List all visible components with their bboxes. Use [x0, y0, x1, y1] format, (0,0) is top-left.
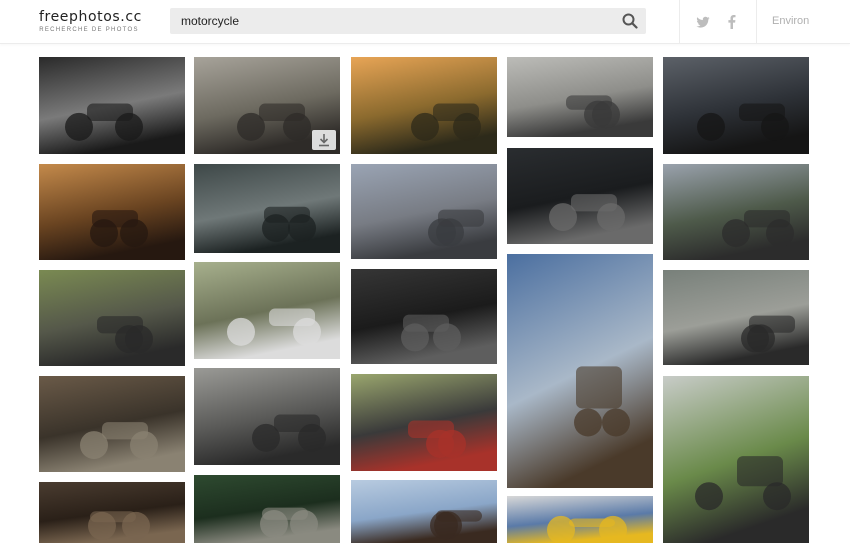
photo-thumbnail[interactable] [663, 270, 809, 365]
photo-thumbnail[interactable] [39, 482, 185, 543]
logo-tagline: RECHERCHE DE PHOTOS [39, 27, 139, 33]
photo-thumbnail[interactable] [351, 164, 497, 259]
top-bar: freephotos.cc RECHERCHE DE PHOTOS Enviro… [0, 0, 850, 44]
photo-thumbnail[interactable] [39, 164, 185, 260]
photo-thumbnail[interactable] [351, 57, 497, 154]
logo[interactable]: freephotos.cc RECHERCHE DE PHOTOS [39, 8, 142, 33]
twitter-icon[interactable] [695, 14, 711, 30]
search-bar [170, 8, 646, 34]
about-link[interactable]: Environ [772, 15, 809, 27]
photo-thumbnail[interactable] [39, 57, 185, 154]
photo-thumbnail[interactable] [351, 374, 497, 471]
divider [679, 0, 680, 44]
photo-thumbnail[interactable] [194, 262, 340, 359]
facebook-icon[interactable] [724, 14, 740, 30]
photo-thumbnail[interactable] [507, 254, 653, 488]
photo-thumbnail[interactable] [351, 480, 497, 543]
photo-thumbnail[interactable] [663, 376, 809, 543]
download-icon[interactable] [312, 130, 336, 150]
photo-thumbnail[interactable] [194, 57, 340, 154]
photo-thumbnail[interactable] [663, 164, 809, 260]
search-input[interactable] [170, 8, 610, 34]
photo-thumbnail[interactable] [663, 57, 809, 154]
photo-thumbnail[interactable] [194, 475, 340, 543]
photo-thumbnail[interactable] [507, 57, 653, 137]
photo-thumbnail[interactable] [39, 270, 185, 366]
photo-thumbnail[interactable] [194, 164, 340, 253]
photo-thumbnail[interactable] [351, 269, 497, 364]
search-icon[interactable] [620, 11, 640, 31]
photo-thumbnail[interactable] [507, 148, 653, 244]
photo-thumbnail[interactable] [194, 368, 340, 465]
photo-thumbnail[interactable] [507, 496, 653, 543]
photo-thumbnail[interactable] [39, 376, 185, 472]
logo-name: freephotos.cc [39, 9, 142, 25]
divider [756, 0, 757, 44]
